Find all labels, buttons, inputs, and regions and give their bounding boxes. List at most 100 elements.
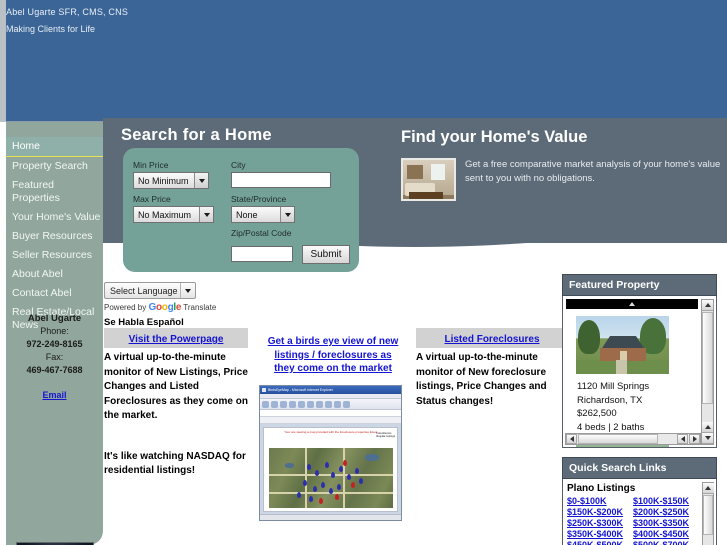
foreclosures-link-bar[interactable]: Listed Foreclosures	[416, 328, 568, 348]
select-language-dropdown[interactable]: Select Language	[104, 282, 196, 299]
visit-powerpage-link[interactable]: Visit the Powerpage	[129, 334, 224, 345]
birdseye-link-line3[interactable]: they come on the market	[257, 362, 409, 376]
zip-input[interactable]	[231, 246, 293, 262]
map-pin-listing	[359, 478, 363, 484]
sidebar-item-your-homes-value[interactable]: Your Home's Value	[6, 208, 103, 227]
plano-listings-heading: Plano Listings	[567, 483, 636, 494]
stop-icon	[280, 400, 287, 408]
window-icon	[262, 388, 266, 392]
quick-search-link-grid: $0-$100K $100K-$150K $150K-$200K $200K-$…	[567, 496, 712, 545]
quick-search-links-panel: Quick Search Links Plano Listings $0-$10…	[562, 457, 717, 545]
vertical-scroll-thumb[interactable]	[702, 312, 713, 404]
map-pin-listing	[331, 472, 335, 478]
inner-scroll-up-button[interactable]	[702, 422, 713, 433]
map-pin-listing	[297, 492, 301, 498]
quick-link-250-300k[interactable]: $250K-$300K	[567, 518, 633, 528]
quick-search-scrollbar[interactable]	[702, 482, 714, 545]
agent-tagline: Making Clients for Life	[6, 24, 96, 34]
state-select[interactable]: None	[231, 206, 295, 223]
map-pin-foreclosure	[335, 494, 339, 500]
home-value-title: Find your Home's Value	[401, 128, 588, 146]
banner-text-block: Abel Ugarte SFR, CMS, CNS Making Clients…	[6, 6, 128, 36]
birdseye-map-screenshot[interactable]: BirdsEyeMap - Microsoft Internet Explore…	[259, 385, 402, 521]
map-pin-listing	[313, 486, 317, 492]
sidebar-item-seller-resources[interactable]: Seller Resources	[6, 246, 103, 265]
map-pin-foreclosure	[343, 460, 347, 466]
state-value: None	[236, 209, 258, 220]
forward-icon	[271, 400, 278, 408]
sidebar-item-buyer-resources[interactable]: Buyer Resources	[6, 227, 103, 246]
powerpage-link-bar[interactable]: Visit the Powerpage	[104, 328, 248, 348]
sidebar-nav: Home Property Search Featured Properties…	[6, 137, 103, 335]
home-value-description: Get a free comparative market analysis o…	[465, 159, 721, 184]
min-price-select[interactable]: No Minimum	[133, 172, 209, 189]
back-icon	[262, 400, 269, 408]
city-input[interactable]	[231, 172, 331, 188]
map-pin-listing	[309, 496, 313, 502]
birdseye-link-line1[interactable]: Get a birds eye view of new	[257, 335, 409, 349]
birdseye-link-line2[interactable]: listings / foreclosures as	[257, 349, 409, 363]
listed-foreclosures-link[interactable]: Listed Foreclosures	[444, 334, 539, 345]
featured-horizontal-scrollbar[interactable]	[565, 433, 701, 445]
featured-house-photo[interactable]	[576, 316, 669, 374]
thumb-table	[409, 192, 443, 199]
state-label: State/Province	[231, 194, 287, 204]
scroll-down-button[interactable]	[702, 433, 713, 444]
map-lake-1	[365, 454, 379, 461]
min-price-label: Min Price	[133, 160, 169, 170]
quick-link-450-500k[interactable]: $450K-$500K	[567, 540, 633, 545]
zip-label: Zip/Postal Code	[231, 228, 292, 238]
map-pin-foreclosure	[351, 482, 355, 488]
translate-word: Translate	[183, 303, 217, 312]
quick-link-400-450k[interactable]: $400K-$450K	[633, 529, 699, 539]
contact-email-link[interactable]: Email	[42, 389, 66, 402]
featured-property-panel: Featured Property 1120 Mill Springs Rich…	[562, 274, 717, 448]
chevron-down-icon	[194, 173, 208, 188]
featured-scroll-up-bar[interactable]	[566, 299, 698, 309]
se-habla-espanol-text: Se Habla Español	[104, 317, 184, 328]
agent-name-heading: Abel Ugarte SFR, CMS, CNS	[6, 7, 129, 17]
map-lake-2	[285, 463, 294, 468]
map-legend: Foreclosures Regular Listings	[376, 432, 395, 438]
thumb-window	[431, 164, 445, 180]
quick-link-0-100k[interactable]: $0-$100K	[567, 496, 633, 506]
sidebar-item-property-search[interactable]: Property Search	[6, 157, 103, 176]
home-value-row: Get a free comparative market analysis o…	[401, 158, 721, 201]
featured-vertical-scrollbar[interactable]	[701, 299, 714, 445]
quick-link-200-250k[interactable]: $200K-$250K	[633, 507, 699, 517]
max-price-select[interactable]: No Maximum	[133, 206, 214, 223]
scroll-left-button-2[interactable]	[677, 434, 688, 444]
powerpage-column: Visit the Powerpage A virtual up-to-the-…	[104, 328, 248, 479]
horizontal-scroll-thumb[interactable]	[578, 434, 658, 444]
home-search-form: Min Price No Minimum Max Price No Maximu…	[123, 148, 359, 272]
quick-link-500-700k[interactable]: $500K-$700K	[633, 540, 699, 545]
map-road-v1	[305, 448, 307, 508]
map-pin-listing	[303, 480, 307, 486]
quick-search-body: Plano Listings $0-$100K $100K-$150K $150…	[562, 479, 717, 545]
google-translate-widget: Select Language Powered by Google Transl…	[104, 282, 216, 328]
quick-link-350-400k[interactable]: $350K-$400K	[567, 529, 633, 539]
listing-city-state: Richardson, TX	[577, 394, 643, 406]
sidebar-item-featured-properties[interactable]: Featured Properties	[6, 176, 103, 208]
min-price-value: No Minimum	[138, 175, 189, 186]
legend-listings: Regular Listings	[376, 435, 395, 438]
scroll-left-button[interactable]	[566, 434, 577, 444]
submit-button[interactable]: Submit	[302, 245, 350, 264]
left-sidebar: Home Property Search Featured Properties…	[6, 122, 103, 545]
sidebar-item-home[interactable]: Home	[6, 137, 103, 157]
search-icon	[307, 400, 314, 408]
scroll-up-button[interactable]	[702, 300, 713, 311]
featured-property-body: 1120 Mill Springs Richardson, TX $262,50…	[562, 296, 717, 448]
map-pin-listing	[315, 470, 319, 476]
sidebar-item-about-abel[interactable]: About Abel	[6, 265, 103, 284]
sidebar-item-contact-abel[interactable]: Contact Abel	[6, 284, 103, 303]
scroll-right-button[interactable]	[689, 434, 700, 444]
quick-link-300-350k[interactable]: $300K-$350K	[633, 518, 699, 528]
screenshot-page-content: Your are viewing a map provided with the…	[263, 427, 398, 512]
quick-scroll-thumb[interactable]	[703, 495, 713, 535]
quick-link-150-200k[interactable]: $150K-$200K	[567, 507, 633, 517]
birdseye-column: Get a birds eye view of new listings / f…	[257, 335, 409, 376]
quick-link-100-150k[interactable]: $100K-$150K	[633, 496, 699, 506]
chevron-down-icon	[180, 283, 195, 298]
quick-scroll-up-button[interactable]	[702, 483, 714, 494]
